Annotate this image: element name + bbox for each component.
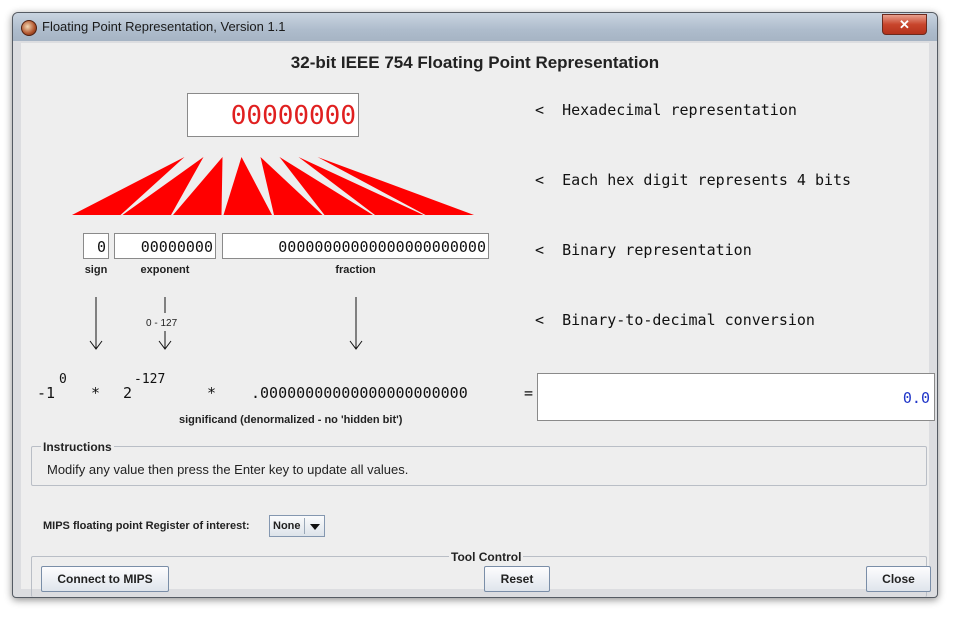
- mips-register-value: None: [273, 520, 301, 532]
- instructions-text: Modify any value then press the Enter ke…: [47, 462, 409, 477]
- close-button[interactable]: Close: [866, 566, 931, 592]
- conversion-arrows: [89, 297, 363, 350]
- title-bar[interactable]: Floating Point Representation, Version 1…: [13, 13, 937, 41]
- multiply-sign-1: *: [91, 384, 101, 402]
- power-exponent: -127: [134, 372, 166, 387]
- combo-divider: [304, 518, 305, 534]
- bias-note: 0 - 127: [146, 318, 178, 329]
- app-window: Floating Point Representation, Version 1…: [12, 12, 938, 598]
- decimal-result-input[interactable]: 0.0: [537, 373, 935, 421]
- sign-base: -1: [37, 384, 56, 402]
- tool-control-title: Tool Control: [449, 550, 524, 564]
- equals-sign: =: [524, 384, 534, 402]
- connect-to-mips-button[interactable]: Connect to MIPS: [41, 566, 169, 592]
- reset-button[interactable]: Reset: [484, 566, 550, 592]
- window-close-button[interactable]: ✕: [882, 14, 927, 35]
- fraction-down-arrow-icon: [349, 297, 363, 350]
- significand-value: .00000000000000000000000: [251, 384, 468, 402]
- mips-register-select[interactable]: None: [269, 515, 325, 537]
- sign-exponent: 0: [59, 372, 67, 387]
- instructions-title: Instructions: [41, 440, 114, 454]
- power-base: 2: [123, 384, 133, 402]
- main-panel: 32-bit IEEE 754 Floating Point Represent…: [21, 43, 935, 597]
- significand-label: significand (denormalized - no 'hidden b…: [179, 414, 403, 426]
- multiply-sign-2: *: [207, 384, 217, 402]
- close-icon: ✕: [899, 17, 910, 32]
- sign-down-arrow-icon: [89, 297, 103, 350]
- mips-register-label: MIPS floating point Register of interest…: [43, 520, 250, 532]
- app-icon: [21, 20, 37, 36]
- chevron-down-icon[interactable]: [310, 524, 320, 530]
- window-title: Floating Point Representation, Version 1…: [42, 19, 286, 34]
